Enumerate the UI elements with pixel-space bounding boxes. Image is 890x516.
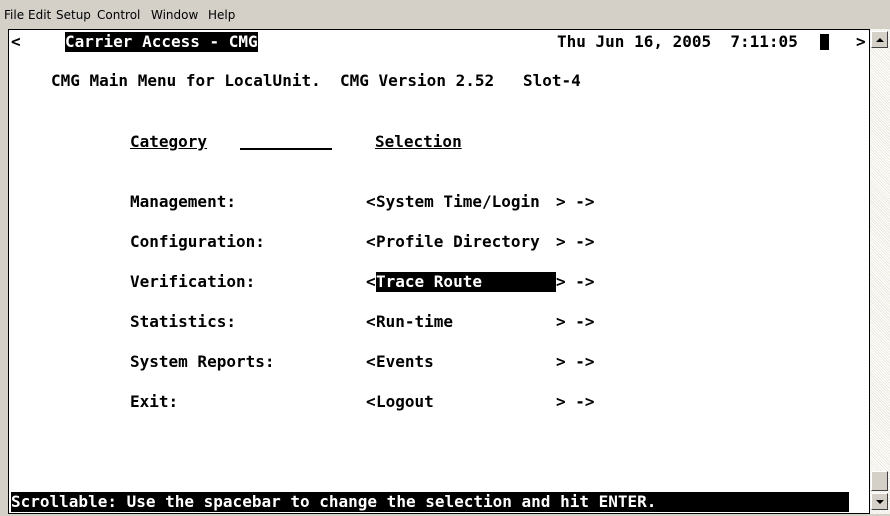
session-title: Carrier Access - CMG [65,32,258,52]
category-underline [240,134,332,150]
selection-arrow: > -> [556,272,595,291]
selection-arrow: > -> [556,312,595,331]
status-line: Scrollable: Use the spacebar to change t… [11,492,849,512]
selection-arrow: > -> [556,352,595,371]
menu-control[interactable]: Control [97,8,140,22]
category-verification: Verification: [130,272,256,291]
terminal-screen[interactable]: < Carrier Access - CMG Thu Jun 16, 2005 … [8,29,870,514]
selection-open-bracket: < [366,352,376,371]
selection-open-bracket: < [366,232,376,251]
category-exit: Exit: [130,392,179,411]
menu-edit[interactable]: Edit [28,8,51,22]
selection-header: Selection [375,132,462,151]
cursor-block [820,34,829,50]
arrow-down-icon [875,499,884,504]
selection-system-time-login[interactable]: System Time/Login [376,192,540,212]
left-scroll-marker: < [11,32,21,51]
menu-help[interactable]: Help [208,8,235,22]
selection-arrow: > -> [556,192,595,211]
menu-window[interactable]: Window [151,8,198,22]
category-system-reports: System Reports: [130,352,275,371]
date-time: Thu Jun 16, 2005 7:11:05 [557,32,798,51]
arrow-up-icon [875,37,884,42]
scroll-up-button[interactable] [871,31,888,48]
scroll-down-button[interactable] [871,493,888,510]
category-configuration: Configuration: [130,232,265,251]
category-management: Management: [130,192,236,211]
selection-arrow: > -> [556,232,595,251]
selection-profile-directory[interactable]: Profile Directory [376,232,540,252]
category-header: Category [130,132,208,151]
selection-logout[interactable]: Logout [376,392,434,412]
menu-bar: File Edit Setup Control Window Help [0,0,890,29]
selection-trace-route[interactable]: Trace Route [376,272,556,292]
selection-open-bracket: < [366,272,376,291]
right-scroll-marker: > [856,32,866,51]
selection-arrow: > -> [556,392,595,411]
selection-open-bracket: < [366,392,376,411]
selection-open-bracket: < [366,192,376,211]
menu-setup[interactable]: Setup [56,8,91,22]
selection-run-time[interactable]: Run-time [376,312,453,332]
selection-events[interactable]: Events [376,352,434,372]
main-menu-subtitle: CMG Main Menu for LocalUnit. CMG Version… [51,71,581,90]
selection-open-bracket: < [366,312,376,331]
menu-file[interactable]: File [4,8,24,22]
scroll-thumb[interactable] [871,471,888,491]
category-statistics: Statistics: [130,312,236,331]
vertical-scrollbar[interactable] [870,29,890,514]
